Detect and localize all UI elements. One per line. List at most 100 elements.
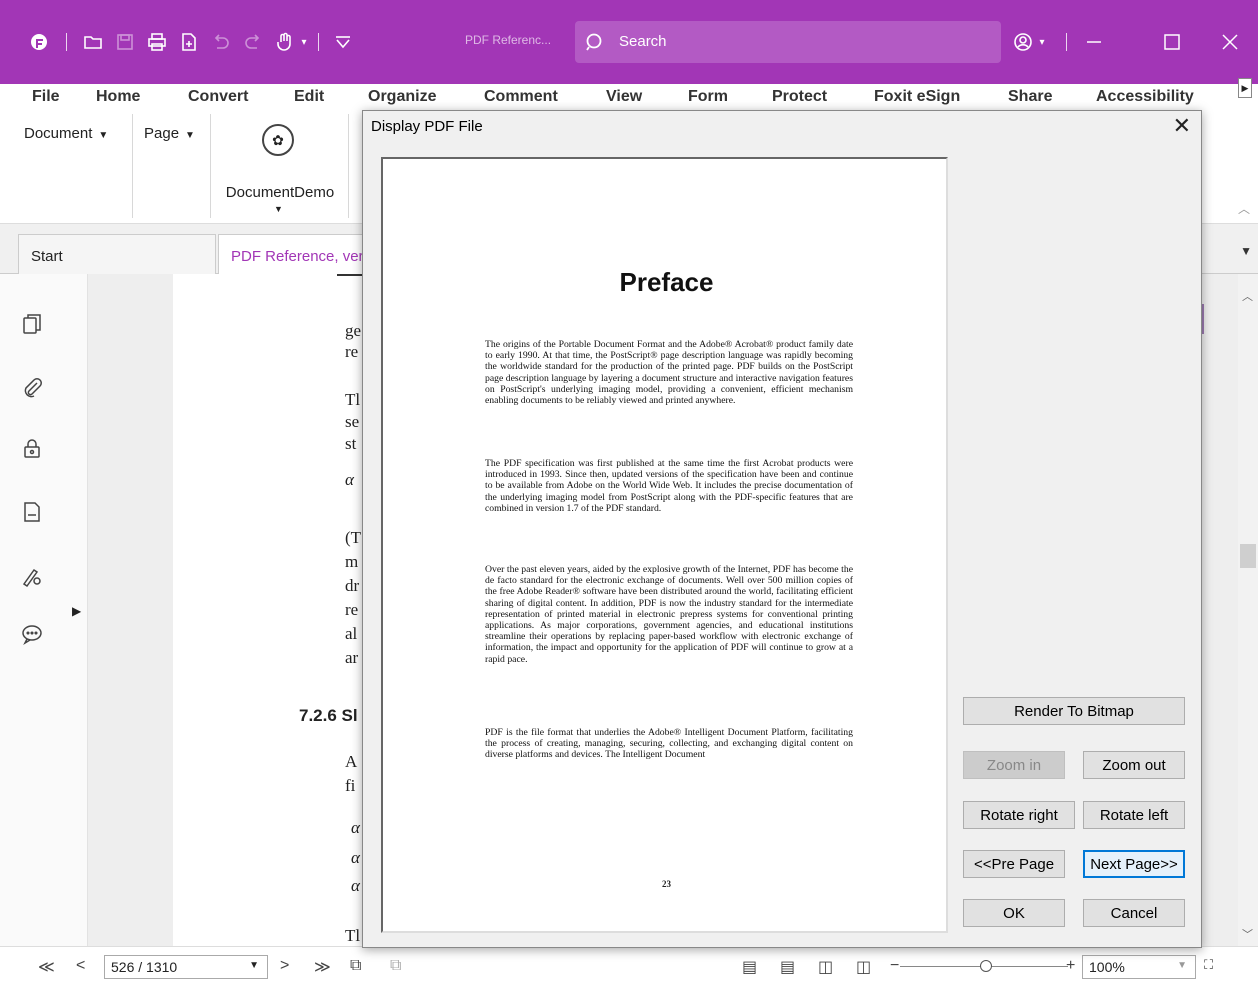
minimize-button[interactable] bbox=[1074, 28, 1114, 56]
ribbon-separator bbox=[210, 114, 211, 218]
menu-comment[interactable]: Comment bbox=[484, 88, 558, 106]
undo-icon[interactable] bbox=[208, 28, 234, 56]
menu-protect[interactable]: Protect bbox=[772, 88, 827, 106]
section-heading: 7.2.6 Sl bbox=[299, 706, 358, 725]
next-page-icon[interactable]: > bbox=[280, 957, 289, 975]
zoom-out-button[interactable]: Zoom out bbox=[1083, 751, 1185, 779]
document-dropdown-label: Document bbox=[24, 125, 93, 142]
navigation-panel: ▶ bbox=[0, 274, 88, 946]
previous-page-icon[interactable]: < bbox=[76, 957, 85, 975]
vertical-scrollbar[interactable]: ︿ ﹀ bbox=[1238, 274, 1258, 946]
menu-edit[interactable]: Edit bbox=[294, 88, 324, 106]
scroll-down-icon[interactable]: ﹀ bbox=[1242, 926, 1253, 942]
next-page-button[interactable]: Next Page>> bbox=[1083, 850, 1185, 878]
display-pdf-dialog: Display PDF File ✕ Preface The origins o… bbox=[362, 110, 1202, 948]
preview-paragraph: The origins of the Portable Document For… bbox=[485, 339, 853, 407]
zoom-in-button[interactable]: Zoom in bbox=[963, 751, 1065, 779]
search-box[interactable]: Search bbox=[575, 21, 1001, 63]
scroll-up-icon[interactable]: ︿ bbox=[1242, 288, 1253, 304]
zoom-level-value: 100% bbox=[1089, 959, 1125, 975]
more-tabs-arrow-icon[interactable]: ▶ bbox=[1238, 78, 1252, 98]
dialog-title: Display PDF File bbox=[371, 118, 483, 135]
page-text: ge bbox=[345, 321, 362, 340]
collapse-ribbon-icon[interactable]: ︿ bbox=[1238, 200, 1250, 217]
menu-share[interactable]: Share bbox=[1008, 88, 1052, 106]
toolbar-separator bbox=[1066, 33, 1067, 51]
layers-document-icon[interactable] bbox=[18, 498, 46, 526]
rotate-left-button[interactable]: Rotate left bbox=[1083, 801, 1185, 829]
menu-home[interactable]: Home bbox=[96, 88, 140, 106]
previous-view-icon[interactable]: ⧉ bbox=[350, 957, 361, 975]
search-placeholder: Search bbox=[619, 33, 667, 50]
chevron-down-icon[interactable]: ▼ bbox=[1177, 960, 1187, 971]
next-view-icon[interactable]: ⧉ bbox=[390, 957, 401, 975]
pages-icon[interactable] bbox=[18, 310, 46, 338]
page-text: m bbox=[345, 552, 359, 571]
previous-page-button[interactable]: <<Pre Page bbox=[963, 850, 1065, 878]
menu-file[interactable]: File bbox=[32, 88, 60, 106]
menu-accessibility[interactable]: Accessibility bbox=[1096, 88, 1194, 106]
menu-convert[interactable]: Convert bbox=[188, 88, 248, 106]
documentdemo-button[interactable]: ✿ DocumentDemo ▼ bbox=[214, 124, 346, 214]
foxit-logo-icon[interactable] bbox=[26, 28, 52, 56]
page-text: re bbox=[345, 600, 359, 619]
preview-heading: Preface bbox=[619, 267, 714, 297]
page-text: Tl bbox=[345, 926, 361, 945]
close-window-button[interactable] bbox=[1210, 28, 1250, 56]
redo-icon[interactable] bbox=[240, 28, 266, 56]
scrollbar-thumb[interactable] bbox=[1240, 544, 1256, 568]
menu-foxit-esign[interactable]: Foxit eSign bbox=[874, 88, 960, 106]
ok-button[interactable]: OK bbox=[963, 899, 1065, 927]
comments-icon[interactable] bbox=[18, 620, 46, 648]
menu-organize[interactable]: Organize bbox=[368, 88, 436, 106]
page-dropdown[interactable]: Page ▼ bbox=[144, 125, 195, 142]
search-icon bbox=[585, 32, 605, 52]
tab-pdf-reference[interactable]: PDF Reference, vers bbox=[218, 234, 378, 274]
dialog-close-icon[interactable]: ✕ bbox=[1173, 113, 1191, 139]
expand-panel-arrow-icon[interactable]: ▶ bbox=[72, 604, 81, 618]
page-text: Tl bbox=[345, 390, 361, 409]
hand-tool-icon[interactable] bbox=[272, 28, 298, 56]
hand-tool-dropdown-icon[interactable]: ▾ bbox=[298, 28, 310, 56]
preview-paragraph: The PDF specification was first publishe… bbox=[485, 458, 853, 514]
foxit-app-window: ▾ PDF Referenc... Search ▾ File Home Con… bbox=[0, 0, 1258, 983]
last-page-icon[interactable]: ≫ bbox=[314, 957, 331, 977]
chevron-down-icon[interactable]: ▼ bbox=[249, 960, 259, 971]
render-to-bitmap-button[interactable]: Render To Bitmap bbox=[963, 697, 1185, 725]
page-text: α bbox=[351, 876, 360, 895]
continuous-page-icon[interactable]: ▤ bbox=[780, 957, 795, 977]
print-icon[interactable] bbox=[144, 28, 170, 56]
cancel-button[interactable]: Cancel bbox=[1083, 899, 1185, 927]
fullscreen-icon[interactable]: ⛶ bbox=[1204, 957, 1213, 973]
maximize-button[interactable] bbox=[1152, 28, 1192, 56]
document-dropdown[interactable]: Document ▼ bbox=[24, 125, 108, 142]
menu-form[interactable]: Form bbox=[688, 88, 728, 106]
page-number-field[interactable]: 526 / 1310 ▼ bbox=[104, 955, 268, 979]
customize-toolbar-icon[interactable] bbox=[330, 28, 356, 56]
first-page-icon[interactable]: ≪ bbox=[38, 957, 55, 977]
zoom-slider-knob[interactable] bbox=[980, 960, 992, 972]
rotate-right-button[interactable]: Rotate right bbox=[963, 801, 1075, 829]
open-folder-icon[interactable] bbox=[80, 28, 106, 56]
account-icon[interactable] bbox=[1010, 28, 1036, 56]
page-text: A bbox=[345, 752, 358, 771]
account-dropdown-icon[interactable]: ▾ bbox=[1036, 28, 1048, 56]
menu-view[interactable]: View bbox=[606, 88, 642, 106]
facing-page-icon[interactable]: ◫ bbox=[818, 957, 833, 977]
single-page-icon[interactable]: ▤ bbox=[742, 957, 757, 977]
security-lock-icon[interactable] bbox=[18, 434, 46, 462]
zoom-in-icon[interactable]: + bbox=[1066, 957, 1075, 975]
attachment-icon[interactable] bbox=[18, 374, 46, 402]
zoom-out-icon[interactable]: − bbox=[890, 957, 899, 975]
signature-icon[interactable] bbox=[18, 562, 46, 590]
zoom-level-field[interactable]: 100% ▼ bbox=[1082, 955, 1196, 979]
tab-start[interactable]: Start bbox=[18, 234, 216, 274]
preview-paragraph: PDF is the file format that underlies th… bbox=[485, 727, 853, 761]
tab-list-dropdown-icon[interactable]: ▼ bbox=[1240, 244, 1252, 258]
new-document-icon[interactable] bbox=[176, 28, 202, 56]
continuous-facing-icon[interactable]: ◫ bbox=[856, 957, 871, 977]
page-text: st bbox=[345, 434, 357, 453]
chevron-down-icon: ▼ bbox=[98, 130, 109, 141]
pdf-preview: Preface The origins of the Portable Docu… bbox=[381, 157, 948, 933]
save-icon[interactable] bbox=[112, 28, 138, 56]
